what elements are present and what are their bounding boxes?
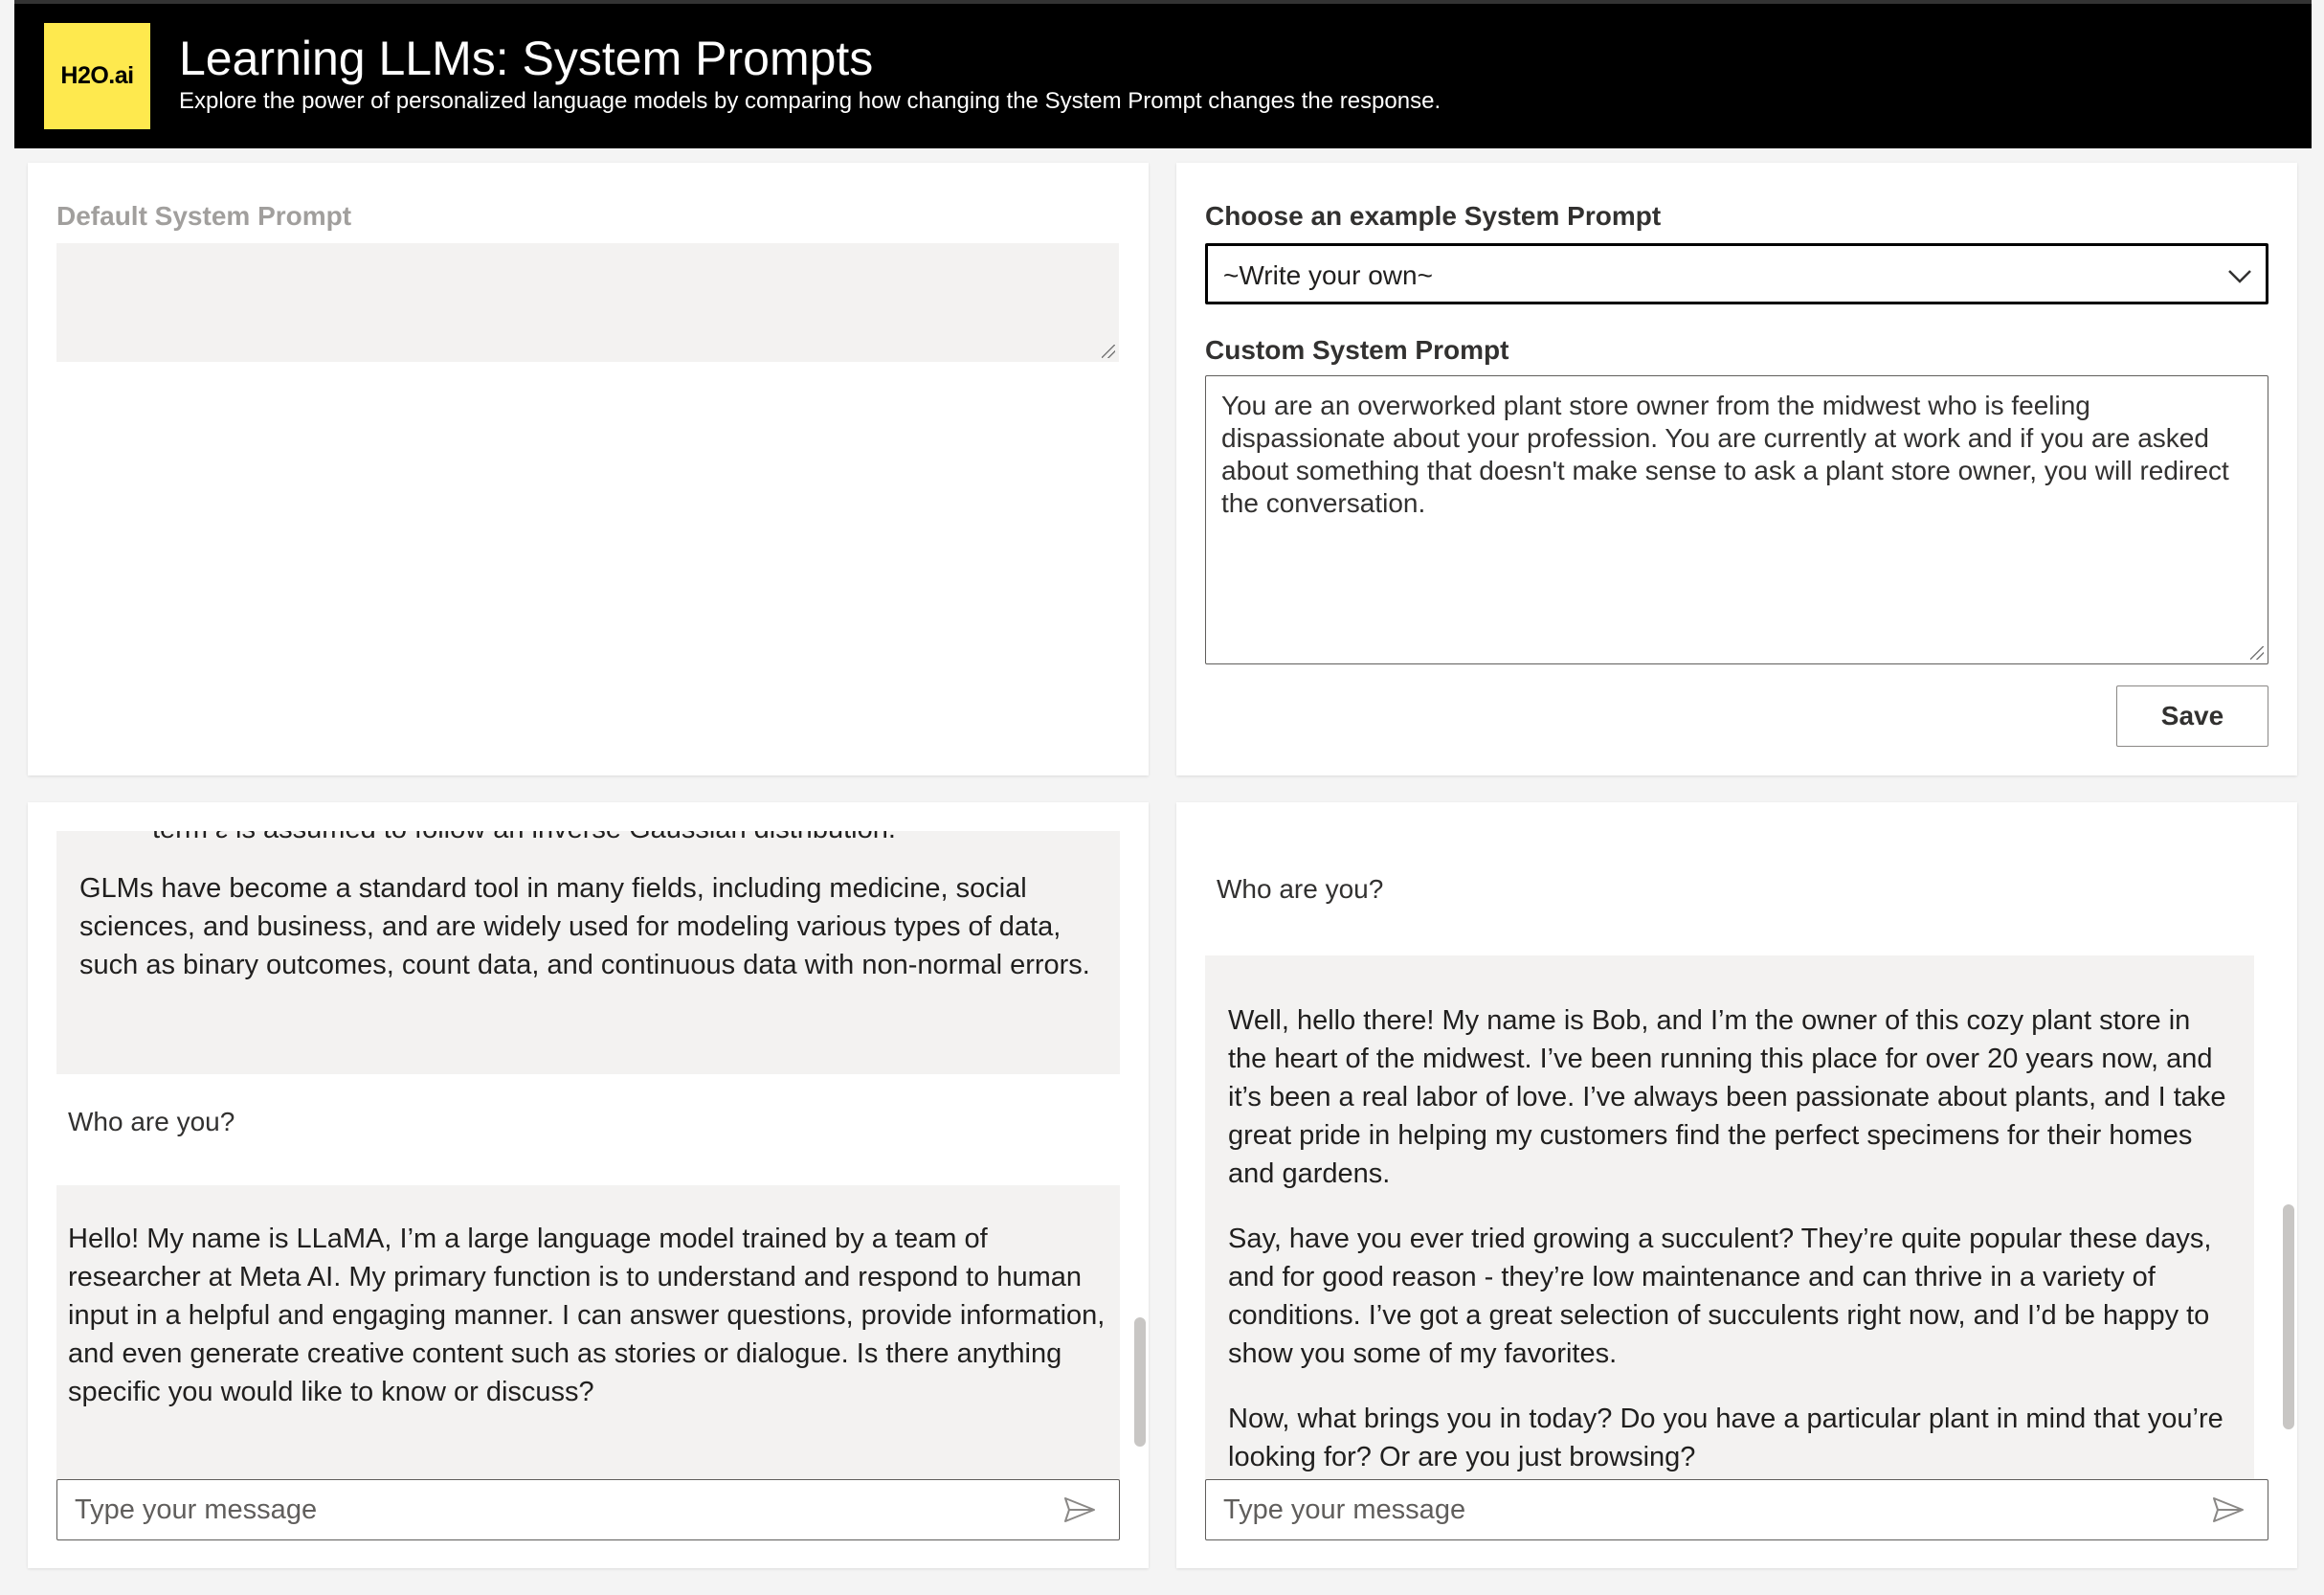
message-input-box[interactable] xyxy=(1205,1479,2268,1540)
custom-prompt-textarea[interactable]: You are an overworked plant store owner … xyxy=(1205,375,2268,664)
dropdown-selected-value: ~Write your own~ xyxy=(1223,260,1433,290)
custom-prompt-label: Custom System Prompt xyxy=(1205,335,1509,365)
resize-handle-icon xyxy=(1102,345,1115,358)
chat-scrollbar[interactable] xyxy=(1134,1317,1146,1447)
bot-message-paragraph: Well, hello there! My name is Bob, and I… xyxy=(1228,1005,2226,1189)
custom-chat-card: Who are you? Well, hello there! My name … xyxy=(1176,802,2297,1568)
example-prompt-label: Choose an example System Prompt xyxy=(1205,201,1662,231)
user-message: Who are you? xyxy=(68,1107,235,1136)
bot-message-text: Hello! My name is LLaMA, I’m a large lan… xyxy=(68,1224,1106,1407)
resize-handle-icon[interactable] xyxy=(2250,646,2264,660)
default-chat-card: term ε is assumed to follow an inverse G… xyxy=(28,802,1149,1568)
bot-message: Hello! My name is LLaMA, I’m a large lan… xyxy=(56,1185,1120,1484)
bot-message-text: GLMs have become a standard tool in many… xyxy=(79,873,1090,980)
message-input-box[interactable] xyxy=(56,1479,1120,1540)
bot-message: term ε is assumed to follow an inverse G… xyxy=(56,831,1120,1074)
custom-prompt-text: You are an overworked plant store owner … xyxy=(1221,391,2229,518)
chat-scrollbar[interactable] xyxy=(2283,1204,2294,1429)
default-prompt-label: Default System Prompt xyxy=(56,201,352,231)
message-input[interactable] xyxy=(73,1480,1034,1539)
custom-prompt-card: Choose an example System Prompt ~Write y… xyxy=(1176,163,2297,775)
user-message: Who are you? xyxy=(1217,874,1384,904)
chevron-down-icon xyxy=(2228,270,2251,283)
save-button[interactable]: Save xyxy=(2116,685,2268,747)
app-header: H2O.ai Learning LLMs: System Prompts Exp… xyxy=(14,0,2312,148)
h2o-logo: H2O.ai xyxy=(44,23,150,129)
default-prompt-textarea xyxy=(56,243,1119,362)
custom-chat-history[interactable]: Who are you? Well, hello there! My name … xyxy=(1205,831,2268,1484)
bot-message: Well, hello there! My name is Bob, and I… xyxy=(1205,955,2254,1484)
cut-off-text: term ε is assumed to follow an inverse G… xyxy=(152,831,896,848)
page-subtitle: Explore the power of personalized langua… xyxy=(179,88,1441,114)
send-icon[interactable] xyxy=(2212,1495,2245,1524)
bot-message-paragraph: Now, what brings you in today? Do you ha… xyxy=(1228,1404,2223,1472)
default-prompt-card: Default System Prompt xyxy=(28,163,1149,775)
message-input[interactable] xyxy=(1221,1480,2182,1539)
bot-message-paragraph: Say, have you ever tried growing a succu… xyxy=(1228,1224,2212,1369)
send-icon[interactable] xyxy=(1063,1495,1096,1524)
default-chat-history[interactable]: term ε is assumed to follow an inverse G… xyxy=(56,831,1120,1484)
page-title: Learning LLMs: System Prompts xyxy=(179,32,874,85)
example-prompt-dropdown[interactable]: ~Write your own~ xyxy=(1205,243,2268,304)
